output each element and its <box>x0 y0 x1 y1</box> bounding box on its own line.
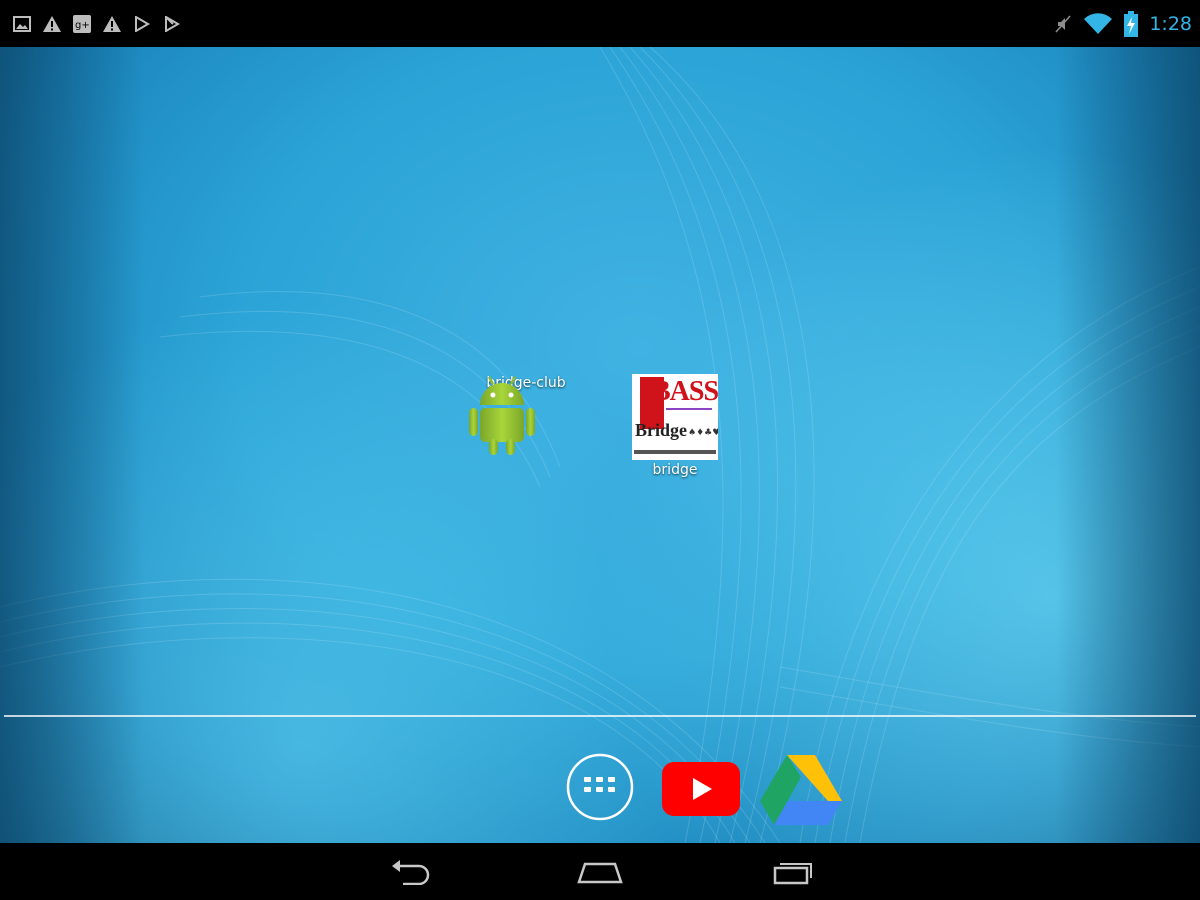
youtube-icon <box>662 762 740 816</box>
google-plus-icon: g+ <box>72 14 92 34</box>
bass-logo-text: BASS <box>652 376 718 407</box>
wifi-icon <box>1083 13 1113 34</box>
warning-icon <box>102 14 122 34</box>
image-icon <box>12 14 32 34</box>
back-button[interactable] <box>380 857 440 887</box>
app-bridge[interactable]: BASS Bridge ♠♦♣♥ bridge <box>615 374 735 478</box>
wallpaper[interactable]: bridge-club BASS Bridge ♠♦♣♥ bridge <box>0 47 1200 843</box>
back-icon <box>392 860 430 885</box>
silent-icon <box>1053 14 1073 34</box>
android-icon <box>469 376 535 455</box>
recent-apps-icon <box>773 863 812 885</box>
navigation-bar[interactable] <box>0 843 1200 900</box>
status-clock: 1:28 <box>1149 13 1192 35</box>
play-store-icon <box>132 14 152 34</box>
bass-bridge-icon: BASS Bridge ♠♦♣♥ <box>632 374 718 460</box>
svg-text:g+: g+ <box>75 20 90 31</box>
app-label: bridge <box>652 462 698 478</box>
recent-apps-button[interactable] <box>762 857 822 887</box>
app-drawer-icon <box>566 753 634 821</box>
google-drive-icon <box>760 755 842 825</box>
app-bridge-club[interactable]: bridge-club <box>466 373 586 455</box>
home-button[interactable] <box>570 857 630 887</box>
system-icons[interactable]: 1:28 <box>1053 10 1192 38</box>
dock-divider <box>4 715 1196 717</box>
battery-charging-icon <box>1123 11 1139 37</box>
home-icon <box>577 862 623 884</box>
play-store-icon <box>162 14 182 34</box>
warning-icon <box>42 14 62 34</box>
status-bar[interactable]: g+ 1:28 <box>0 0 1200 47</box>
bridge-logo-text: Bridge <box>635 420 687 440</box>
wallpaper-wave-pattern <box>0 47 1200 843</box>
notification-icons[interactable]: g+ <box>12 12 182 36</box>
